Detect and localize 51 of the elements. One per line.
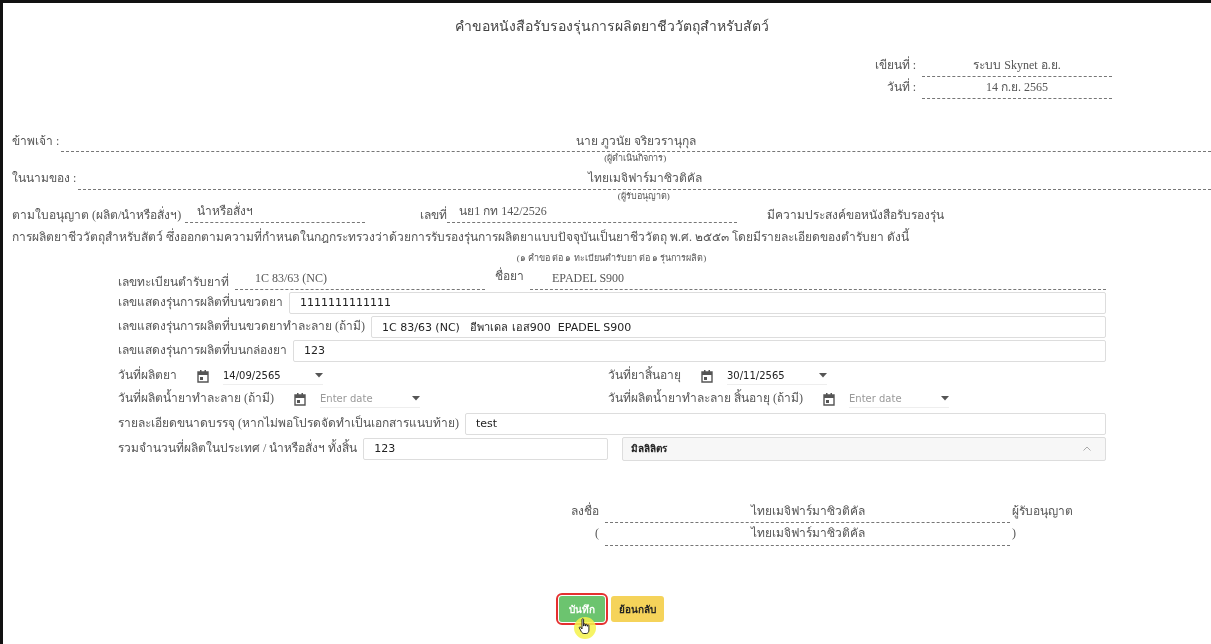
parenthesis: (	[594, 527, 600, 543]
sign-label: ลงชื่อ	[570, 504, 600, 520]
field-label: รวมจำนวนที่ผลิตในประเทศ / นำหรือสั่งฯ ทั้งสิ้น	[118, 441, 358, 456]
input-field[interactable]: 123	[363, 437, 608, 460]
field-label: รายละเอียดขนาดบรรจุ (หากไม่พอโปรดจัดทำเป็นเอกสารแนบท้าย)	[118, 416, 459, 431]
input-field[interactable]: 123	[293, 339, 1106, 362]
note-text: (๑ คำขอ ต่อ ๑ ทะเบียนตำรับยา ต่อ ๑ รุ่นการผลิต)	[515, 253, 708, 264]
unit-dropdown[interactable]: มิลลิลิตร	[622, 436, 1106, 461]
meta-label: วันที่ :	[885, 80, 916, 96]
parenthesis: )	[1011, 527, 1017, 543]
date-field[interactable]: 30/11/2565	[727, 367, 827, 386]
party-label: ข้าพเจ้า :	[12, 132, 60, 150]
number-label: เลขที่	[420, 208, 448, 223]
registration-label: เลขทะเบียนตำรับยาที่	[118, 275, 229, 290]
signer-name: ไทยเมจิฟาร์มาซิวติคัล	[605, 504, 1010, 524]
registration-value: 1C 83/63 (NC)	[235, 269, 485, 290]
field-label: เลขแสดงรุ่นการผลิตที่บนขวดยาทำละลาย (ถ้ามี)	[118, 319, 365, 334]
party-caption: (ผู้ดำเนินกิจการ)	[603, 152, 668, 164]
input-field[interactable]: 1111111111111	[289, 291, 1106, 314]
drug-name-label: ชื่อยา	[495, 269, 524, 285]
meta-value: ระบบ Skynet อ.ย.	[922, 59, 1112, 77]
caret-icon	[941, 396, 949, 402]
date-field[interactable]: 14/09/2565	[223, 367, 323, 386]
chevron-up-icon	[1083, 446, 1091, 452]
printed-name: ไทยเมจิฟาร์มาซิวติคัล	[605, 527, 1010, 547]
drug-name-value: EPADEL S900	[530, 269, 1106, 290]
request-text: มีความประสงค์ขอหนังสือรับรองรุ่น	[767, 208, 945, 223]
back-button[interactable]: ย้อนกลับ	[611, 596, 664, 623]
calendar-icon[interactable]	[701, 369, 713, 383]
meta-value: 14 ก.ย. 2565	[922, 80, 1112, 99]
party-label: ในนามของ :	[12, 169, 77, 187]
hand-cursor-icon	[573, 615, 597, 640]
caret-icon	[315, 373, 323, 379]
signer-role: ผู้รับอนุญาต	[1011, 504, 1074, 521]
party-caption: (ผู้รับอนุญาต)	[616, 189, 671, 201]
party-value: ไทยเมจิฟาร์มาซิวติคัล	[78, 169, 1211, 190]
form-title: คำขอหนังสือรับรองรุ่นการผลิตยาชีววัตถุสำหรับสัตว์	[453, 17, 770, 37]
party-value: นาย ภูวนัย จริยวรานุกุล	[61, 132, 1211, 153]
caret-icon	[412, 396, 420, 402]
input-field[interactable]: 1C 83/63 (NC) อีพาเดล เอส900 EPADEL S900	[371, 315, 1106, 338]
calendar-icon[interactable]	[197, 369, 209, 383]
calendar-icon[interactable]	[294, 392, 306, 406]
calendar-icon[interactable]	[823, 392, 835, 406]
license-label: ตามใบอนุญาต (ผลิต/นำหรือสั่งฯ)	[12, 208, 182, 223]
field-label: เลขแสดงรุ่นการผลิตที่บนกล่องยา	[118, 343, 287, 358]
statement-text: การผลิตยาชีววัตถุสำหรับสัตว์ ซึ่งออกตามความที่กำหนดในกฎกระทรวงว่าด้วยการรับรองรุ่นการผลิตยาแบบปัจจุบันเป็นยาชีววัตถุ พ.ศ. ๒๕๕๓ โดยมีรายละเอียดของตำรับยา ดังนี้	[12, 230, 911, 245]
input-field[interactable]: test	[465, 412, 1106, 435]
field-label: เลขแสดงรุ่นการผลิตที่บนขวดยา	[118, 295, 283, 310]
license-type: นำหรือสั่งฯ	[185, 202, 366, 223]
caret-icon	[819, 373, 827, 379]
license-number: นย1 กท 142/2526	[447, 202, 738, 223]
